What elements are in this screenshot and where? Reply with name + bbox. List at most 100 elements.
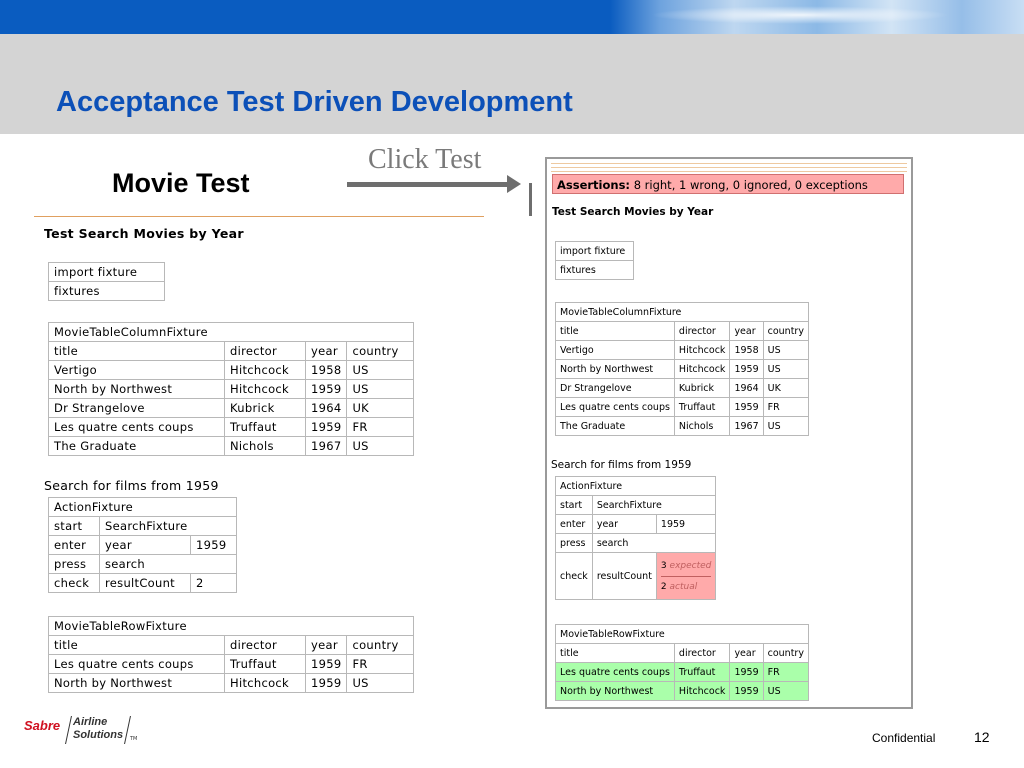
table-cell: North by Northwest xyxy=(48,379,225,399)
table-cell: 2 xyxy=(190,573,237,593)
column-header: country xyxy=(762,321,809,341)
table-cell: Dr Strangelove xyxy=(48,398,225,418)
table-cell: year xyxy=(99,535,191,555)
table-row: Vertigo Hitchcock 1958 US xyxy=(555,340,809,360)
column-header: year xyxy=(729,643,764,663)
table-cell: Hitchcock xyxy=(673,340,731,360)
results-top-stripes xyxy=(551,163,907,173)
table-row: check resultCount 2 xyxy=(48,573,237,593)
table-row: press search xyxy=(555,533,717,553)
left-import-table: import fixture fixtures xyxy=(48,262,165,301)
table-cell: 1959 xyxy=(304,379,348,399)
table-cell: fixtures xyxy=(555,260,634,280)
column-header: director xyxy=(673,643,731,663)
table-cell: 1959 xyxy=(729,681,764,701)
table-cell: US xyxy=(346,673,414,693)
column-header: title xyxy=(555,321,675,341)
table-cell: 1959 xyxy=(655,514,717,534)
actual-value: 2 xyxy=(660,581,667,592)
table-cell: Les quatre cents coups xyxy=(48,417,225,437)
table-cell: start xyxy=(555,495,593,515)
table-cell: UK xyxy=(346,398,414,418)
table-cell: import fixture xyxy=(48,262,165,282)
assertions-summary: 8 right, 1 wrong, 0 ignored, 0 exception… xyxy=(633,178,868,192)
failed-check-cell: 3 expected 2 actual xyxy=(655,552,717,600)
table-cell: start xyxy=(48,516,100,536)
table-cell: US xyxy=(762,416,809,436)
table-cell: Truffaut xyxy=(673,662,731,682)
column-header: year xyxy=(304,341,348,361)
table-row: The Graduate Nichols 1967 US xyxy=(555,416,809,436)
table-cell: 1959 xyxy=(304,417,348,437)
sky-banner-image xyxy=(610,0,1024,34)
table-cell: resultCount xyxy=(99,573,191,593)
table-cell: Hitchcock xyxy=(224,360,306,380)
arrow-connector xyxy=(529,183,532,216)
table-cell: search xyxy=(591,533,717,553)
table-cell: US xyxy=(346,360,414,380)
left-row-fixture-table: MovieTableRowFixture title director year… xyxy=(48,616,414,693)
expected-word: expected xyxy=(669,560,712,571)
divider-line xyxy=(660,575,711,577)
right-row-fixture-table: MovieTableRowFixture title director year… xyxy=(555,624,809,701)
table-cell: Truffaut xyxy=(224,654,306,674)
table-row: start SearchFixture xyxy=(48,516,237,536)
column-header: year xyxy=(304,635,348,655)
results-window: Assertions: 8 right, 1 wrong, 0 ignored,… xyxy=(545,157,913,709)
table-row: Les quatre cents coups Truffaut 1959 FR xyxy=(555,662,809,682)
table-cell: enter xyxy=(48,535,100,555)
table-cell: Truffaut xyxy=(673,397,731,417)
table-cell: US xyxy=(762,681,809,701)
right-test-heading: Test Search Movies by Year xyxy=(552,206,714,218)
table-cell: enter xyxy=(555,514,593,534)
table-cell: check xyxy=(48,573,100,593)
fixture-name: MovieTableColumnFixture xyxy=(48,322,414,342)
table-cell: SearchFixture xyxy=(591,495,717,515)
column-header: country xyxy=(762,643,809,663)
table-cell: press xyxy=(555,533,593,553)
column-header: title xyxy=(48,341,225,361)
right-action-fixture-table: ActionFixture start SearchFixture enter ye… xyxy=(554,476,717,600)
arrow-shaft xyxy=(347,182,509,187)
table-cell: press xyxy=(48,554,100,574)
table-row: enter year 1959 xyxy=(555,514,717,534)
table-row: Les quatre cents coups Truffaut 1959 FR xyxy=(555,397,809,417)
column-header: country xyxy=(346,635,414,655)
table-cell: year xyxy=(591,514,657,534)
table-cell: FR xyxy=(762,397,809,417)
table-row: Les quatre cents coups Truffaut 1959 FR xyxy=(48,654,414,674)
right-column-fixture-table: MovieTableColumnFixture title director y… xyxy=(555,302,809,436)
table-cell: Kubrick xyxy=(673,378,731,398)
table-row: The Graduate Nichols 1967 US xyxy=(48,436,414,456)
table-cell: US xyxy=(762,359,809,379)
slide-title: Acceptance Test Driven Development xyxy=(56,86,573,118)
column-header: year xyxy=(729,321,764,341)
table-cell: 1959 xyxy=(304,673,348,693)
table-cell: 1959 xyxy=(729,662,764,682)
left-test-heading: Test Search Movies by Year xyxy=(44,226,244,241)
table-row: start SearchFixture xyxy=(555,495,717,515)
table-cell: North by Northwest xyxy=(48,673,225,693)
fixture-name: MovieTableRowFixture xyxy=(48,616,414,636)
expected-value: 3 xyxy=(660,560,667,571)
table-row: North by Northwest Hitchcock 1959 US xyxy=(555,359,809,379)
fixture-name: ActionFixture xyxy=(48,497,237,517)
table-cell: 1959 xyxy=(729,359,764,379)
table-cell: fixtures xyxy=(48,281,165,301)
table-cell: 1959 xyxy=(729,397,764,417)
table-cell: Les quatre cents coups xyxy=(555,662,675,682)
table-row: Les quatre cents coups Truffaut 1959 FR xyxy=(48,417,414,437)
table-cell: Truffaut xyxy=(224,417,306,437)
click-test-label: Click Test xyxy=(368,144,482,175)
column-header: title xyxy=(48,635,225,655)
table-cell: 1959 xyxy=(304,654,348,674)
table-row: North by Northwest Hitchcock 1959 US xyxy=(48,673,414,693)
divider-line xyxy=(34,216,484,217)
fixture-name: ActionFixture xyxy=(554,476,717,496)
page-number: 12 xyxy=(974,729,990,745)
table-cell: Nichols xyxy=(224,436,306,456)
left-column-fixture-table: MovieTableColumnFixture title director y… xyxy=(48,322,414,456)
column-header: title xyxy=(555,643,675,663)
table-cell: The Graduate xyxy=(48,436,225,456)
table-cell: Hitchcock xyxy=(673,681,731,701)
